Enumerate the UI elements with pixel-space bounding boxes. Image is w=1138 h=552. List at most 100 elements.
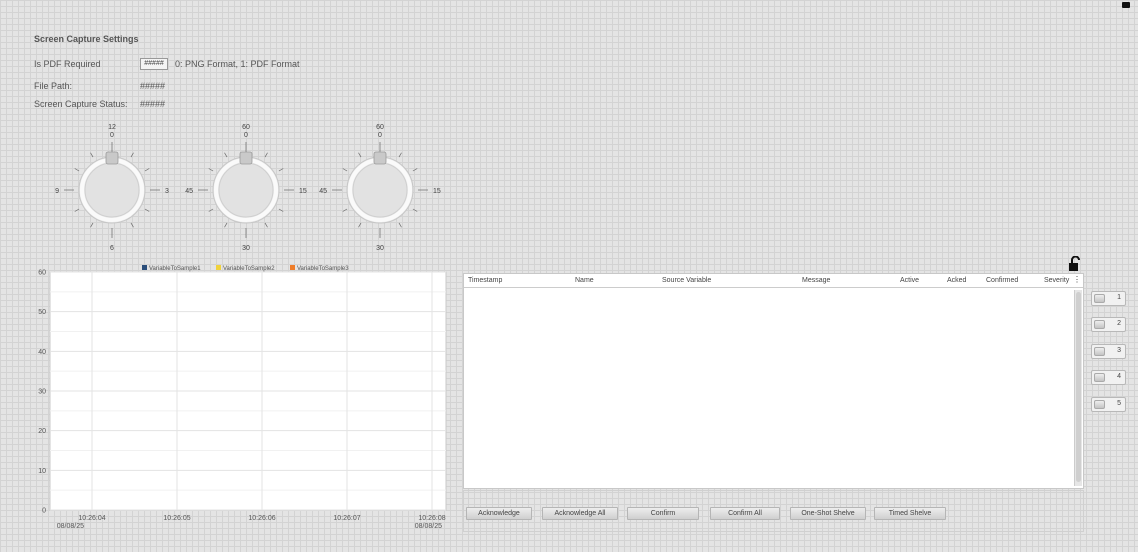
side-button-label: 3 <box>1117 347 1121 354</box>
column-menu-icon[interactable]: ⋮ <box>1073 276 1081 284</box>
dial-label-right: 15 <box>299 188 307 195</box>
legend-label: VariableToSample1 <box>149 266 201 272</box>
dial-tick <box>224 152 228 158</box>
legend-label: VariableToSample3 <box>297 266 349 272</box>
dial-face <box>352 162 408 218</box>
legend-swatch <box>142 265 147 270</box>
dial-label-left: 45 <box>319 188 327 195</box>
legend-label: VariableToSample2 <box>223 266 275 272</box>
settings-title: Screen Capture Settings <box>34 34 139 44</box>
y-tick-label: 0 <box>42 508 46 515</box>
side-button-5[interactable]: 5 <box>1091 397 1126 412</box>
side-button-3[interactable]: 3 <box>1091 344 1126 359</box>
dial-knob-1[interactable]: 120 9 3 6 <box>55 124 169 252</box>
x-tick-label: 10:26:08 <box>418 515 445 522</box>
dial-handle[interactable] <box>239 151 253 165</box>
toggle-knob <box>1094 347 1105 356</box>
column-acked[interactable]: Acked <box>947 277 966 284</box>
toggle-knob <box>1094 320 1105 329</box>
confirm-button[interactable]: Confirm <box>627 507 699 520</box>
dial-label-zero: 0 <box>110 132 114 139</box>
dial-label-right: 15 <box>433 188 441 195</box>
dial-tick <box>358 152 362 158</box>
dial-tick <box>264 152 268 158</box>
dial-handle[interactable] <box>373 151 387 165</box>
alarm-table-header: Timestamp Name Source Variable Message A… <box>464 274 1083 288</box>
y-tick-label: 10 <box>38 468 46 475</box>
toggle-knob <box>1094 294 1105 303</box>
y-tick-label: 50 <box>38 309 46 316</box>
lock-open-icon[interactable] <box>1068 256 1082 272</box>
dial-tick <box>144 168 150 172</box>
x-date-label: 08/08/25 <box>57 523 84 530</box>
y-tick-label: 30 <box>38 389 46 396</box>
column-message[interactable]: Message <box>802 277 830 284</box>
dial-tick <box>90 222 94 228</box>
dial-tick <box>74 208 80 212</box>
pdf-format-hint: 0: PNG Format, 1: PDF Format <box>175 59 300 69</box>
dial-tick <box>358 222 362 228</box>
dial-knob-2[interactable]: 600 45 15 30 <box>185 124 307 252</box>
dial-face <box>84 162 140 218</box>
column-source-variable[interactable]: Source Variable <box>662 277 711 284</box>
file-path-label: File Path: <box>34 81 73 91</box>
acknowledge-all-button[interactable]: Acknowledge All <box>542 507 618 520</box>
acknowledge-button[interactable]: Acknowledge <box>466 507 532 520</box>
dial-tick <box>412 168 418 172</box>
dial-label-left: 45 <box>185 188 193 195</box>
dial-label-zero: 0 <box>244 132 248 139</box>
one-shot-shelve-button[interactable]: One-Shot Shelve <box>790 507 866 520</box>
dial-tick <box>278 208 284 212</box>
dial-label-bottom: 6 <box>110 245 114 252</box>
column-name[interactable]: Name <box>575 277 594 284</box>
scrollbar-thumb[interactable] <box>1076 292 1081 482</box>
capture-status-label: Screen Capture Status: <box>34 99 128 109</box>
dial-tick <box>74 168 80 172</box>
dial-label-bottom: 30 <box>376 245 384 252</box>
x-tick-label: 10:26:06 <box>248 515 275 522</box>
pdf-required-label: Is PDF Required <box>34 59 101 69</box>
dial-knob-3[interactable]: 600 45 15 30 <box>319 124 441 252</box>
dial-label-top: 60 <box>376 124 384 131</box>
side-button-label: 5 <box>1117 400 1121 407</box>
side-button-label: 4 <box>1117 373 1121 380</box>
timed-shelve-button[interactable]: Timed Shelve <box>874 507 946 520</box>
dial-tick <box>208 168 214 172</box>
dial-tick <box>130 152 134 158</box>
pdf-required-input[interactable]: ##### <box>140 58 168 70</box>
alarm-table[interactable]: Timestamp Name Source Variable Message A… <box>463 273 1084 489</box>
dial-tick <box>342 168 348 172</box>
column-timestamp[interactable]: Timestamp <box>468 277 502 284</box>
dial-label-bottom: 30 <box>242 245 250 252</box>
dial-tick <box>264 222 268 228</box>
alarm-table-scrollbar[interactable] <box>1074 290 1082 486</box>
side-button-label: 1 <box>1117 294 1121 301</box>
dial-tick <box>398 152 402 158</box>
dial-label-zero: 0 <box>378 132 382 139</box>
dial-tick <box>224 222 228 228</box>
dial-tick <box>398 222 402 228</box>
side-button-label: 2 <box>1117 320 1121 327</box>
legend-swatch <box>290 265 295 270</box>
x-date-label: 08/08/25 <box>415 523 442 530</box>
side-button-1[interactable]: 1 <box>1091 291 1126 306</box>
side-button-2[interactable]: 2 <box>1091 317 1126 332</box>
legend-item-3[interactable]: VariableToSample3 <box>290 265 349 272</box>
dials-group: 1209 3660045 153060045 1530 <box>55 124 441 252</box>
legend-item-2[interactable]: VariableToSample2 <box>216 265 275 272</box>
x-tick-label: 10:26:04 <box>78 515 105 522</box>
column-confirmed[interactable]: Confirmed <box>986 277 1018 284</box>
x-tick-label: 10:26:05 <box>163 515 190 522</box>
dial-label-top: 60 <box>242 124 250 131</box>
capture-status-value: ##### <box>140 99 166 109</box>
confirm-all-button[interactable]: Confirm All <box>710 507 780 520</box>
column-severity[interactable]: Severity <box>1044 277 1069 284</box>
trend-chart: 0 10 20 30 40 50 60 10:26:04 08/08/25 10:26:05 10:… <box>30 262 450 542</box>
legend-item-1[interactable]: VariableToSample1 <box>142 265 201 272</box>
toggle-knob <box>1094 400 1105 409</box>
dial-handle[interactable] <box>105 151 119 165</box>
column-active[interactable]: Active <box>900 277 919 284</box>
file-path-value: ##### <box>140 81 166 91</box>
side-button-4[interactable]: 4 <box>1091 370 1126 385</box>
toggle-knob <box>1094 373 1105 382</box>
